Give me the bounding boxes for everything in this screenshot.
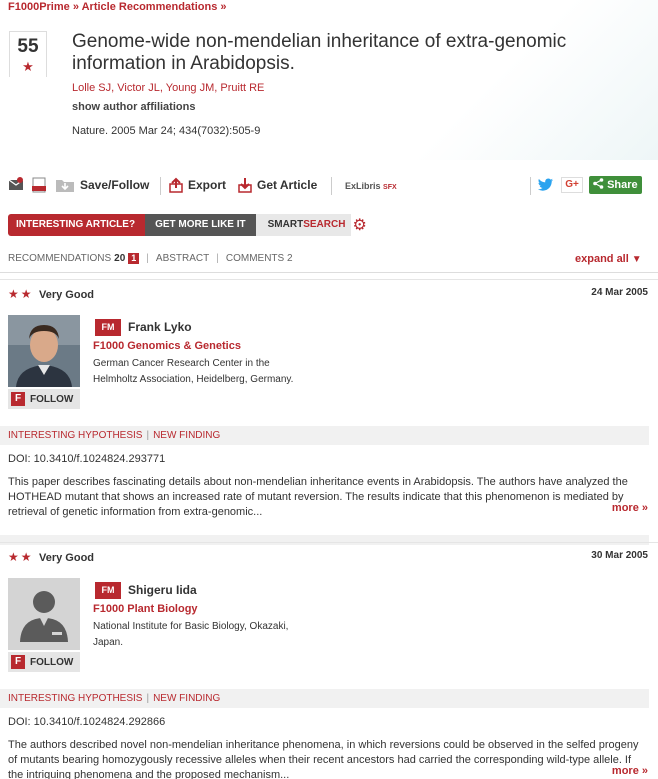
recommendation-text: This paper describes fascinating details… — [8, 476, 628, 518]
score-value: 55 — [17, 36, 39, 57]
faculty-member-badge: FM — [95, 582, 121, 599]
twitter-icon[interactable] — [538, 178, 554, 195]
new-count-badge: 1 — [128, 253, 140, 264]
rating-stars-icon: ★★ — [8, 550, 34, 564]
tabs-divider — [0, 272, 658, 273]
expand-all-link[interactable]: expand all ▼ — [575, 253, 642, 265]
member-institution: German Cancer Research Center in the Hel… — [93, 358, 294, 385]
smart-search-label: SMARTSEARCH — [255, 214, 352, 236]
save-follow-label: Save/Follow — [80, 178, 150, 192]
faculty-link[interactable]: F1000 Genomics & Genetics — [93, 340, 241, 352]
member-photo[interactable] — [8, 315, 80, 387]
more-link[interactable]: more » — [612, 502, 648, 514]
export-icon — [169, 177, 183, 193]
gear-icon: ⚙ — [352, 217, 367, 234]
doi-text: DOI: 10.3410/f.1024824.293771 — [8, 453, 166, 465]
more-link[interactable]: more » — [612, 765, 648, 777]
save-folder-icon — [56, 180, 74, 192]
follow-button[interactable]: F FOLLOW — [8, 389, 80, 409]
share-button[interactable]: Share — [589, 176, 642, 194]
smart-search-ribbon[interactable]: INTERESTING ARTICLE? GET MORE LIKE IT SM… — [8, 214, 367, 236]
article-citation: Nature. 2005 Mar 24; 434(7032):505-9 — [72, 125, 261, 137]
rating-label: Very Good — [39, 289, 95, 301]
sfx-label: SFX — [383, 184, 397, 191]
email-button[interactable] — [8, 177, 24, 191]
tag-interesting-hypothesis[interactable]: INTERESTING HYPOTHESIS — [8, 693, 142, 704]
avatar-placeholder-icon[interactable] — [8, 578, 80, 650]
caret-down-icon: ▼ — [631, 254, 642, 265]
tab-separator: | — [146, 253, 149, 264]
share-label: Share — [607, 179, 638, 191]
breadcrumb-section-link[interactable]: Article Recommendations — [82, 1, 218, 13]
email-icon — [8, 177, 24, 190]
classification-tags: INTERESTING HYPOTHESIS | NEW FINDING — [0, 426, 649, 445]
article-tabs: RECOMMENDATIONS 20 1 | ABSTRACT | COMMENTS… — [8, 253, 293, 264]
rating-stars-icon: ★★ — [8, 287, 34, 301]
member-name-link[interactable]: Frank Lyko — [128, 320, 192, 334]
toolbar-divider — [331, 177, 332, 195]
print-button[interactable] — [31, 177, 47, 193]
google-plus-button[interactable]: G+ — [561, 177, 583, 193]
doi-text: DOI: 10.3410/f.1024824.292866 — [8, 716, 166, 728]
follow-icon: F — [11, 392, 25, 406]
breadcrumb-separator: » — [72, 1, 79, 13]
breadcrumb: F1000Prime » Article Recommendations » — [8, 1, 227, 13]
follow-icon: F — [11, 655, 25, 669]
export-button[interactable]: Export — [168, 177, 226, 193]
recommendation-text: The authors described novel non-mendelia… — [8, 739, 639, 779]
tab-abstract[interactable]: ABSTRACT — [156, 253, 209, 264]
faculty-member-badge: FM — [95, 319, 121, 336]
score-badge: 55 ★ — [9, 31, 49, 89]
toolbar-divider — [530, 177, 531, 195]
recommendations-count: 20 — [114, 253, 126, 264]
member-name-link[interactable]: Shigeru Iida — [128, 583, 197, 597]
article-title: Genome-wide non-mendelian inheritance of… — [72, 31, 567, 74]
pdf-icon — [32, 177, 46, 193]
breadcrumb-trail: » — [220, 1, 227, 13]
member-institution: National Institute for Basic Biology, Ok… — [93, 621, 289, 648]
recommendation-header: ★★ Very Good 30 Mar 2005 — [0, 542, 658, 568]
recommendation-date: 30 Mar 2005 — [591, 550, 648, 561]
recommendation-date: 24 Mar 2005 — [591, 287, 648, 298]
export-label: Export — [188, 178, 227, 192]
tab-recommendations[interactable]: RECOMMENDATIONS 20 1 — [8, 253, 140, 264]
recommendation-card: ★★ Very Good 24 Mar 2005 F FOLLOW FM Fran… — [0, 279, 658, 545]
article-toolbar: Save/Follow Export Get Article ExLibris … — [0, 173, 658, 199]
tag-new-finding[interactable]: NEW FINDING — [153, 693, 220, 704]
save-follow-button[interactable]: Save/Follow — [55, 177, 149, 193]
tab-comments[interactable]: COMMENTS 2 — [226, 253, 293, 264]
breadcrumb-home-link[interactable]: F1000Prime — [8, 1, 70, 13]
article-authors[interactable]: Lolle SJ, Victor JL, Young JM, Pruitt RE — [72, 82, 264, 94]
star-icon: ★ — [22, 59, 34, 74]
tag-new-finding[interactable]: NEW FINDING — [153, 430, 220, 441]
recommendation-card: ★★ Very Good 30 Mar 2005 F FOLLOW FM Shig… — [0, 542, 658, 779]
toolbar-divider — [160, 177, 161, 195]
recommendation-header: ★★ Very Good 24 Mar 2005 — [0, 279, 658, 305]
article-header: F1000Prime » Article Recommendations » 5… — [0, 0, 658, 160]
classification-tags: INTERESTING HYPOTHESIS | NEW FINDING — [0, 689, 649, 708]
share-icon — [593, 178, 604, 189]
exlibris-sfx-link[interactable]: ExLibris SFX — [345, 181, 397, 191]
tab-separator: | — [216, 253, 219, 264]
follow-button[interactable]: F FOLLOW — [8, 652, 80, 672]
get-article-label: Get Article — [257, 178, 318, 192]
faculty-link[interactable]: F1000 Plant Biology — [93, 603, 198, 615]
rating-label: Very Good — [39, 552, 95, 564]
exlibris-label: ExLibris — [345, 181, 381, 191]
get-more-label: GET MORE LIKE IT — [145, 214, 256, 236]
get-article-button[interactable]: Get Article — [237, 177, 317, 193]
interesting-article-label: INTERESTING ARTICLE? — [8, 214, 146, 236]
tag-interesting-hypothesis[interactable]: INTERESTING HYPOTHESIS — [8, 430, 142, 441]
download-icon — [238, 178, 252, 193]
show-affiliations-link[interactable]: show author affiliations — [72, 101, 195, 113]
